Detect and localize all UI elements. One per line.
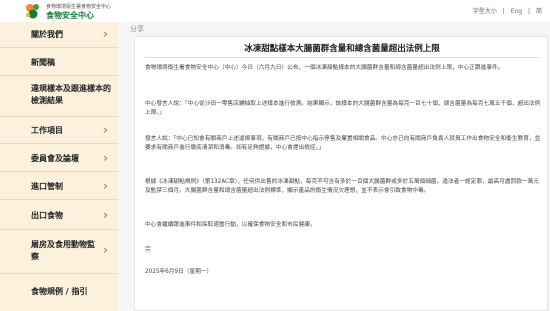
article-title: 冰凍甜點樣本大腸菌群含量和總含菌量超出法例上限	[244, 44, 440, 54]
article-paragraph: 根據《冰凍甜點規例》（第132AC章），任何供出售的冰凍甜點，每克不可含有多於一…	[145, 179, 539, 195]
sidebar-item-label: 委員會及論壇	[31, 154, 79, 163]
press-release-article: 冰凍甜點樣本大腸菌群含量和總含菌量超出法例上限 食物環境衞生署食物安全中心（中心…	[134, 36, 548, 311]
sidebar-nav: 關於我們 › 新聞稿 違規樣本及跟進樣本的檢測結果 工作項目 › 委員會及論壇 …	[0, 22, 118, 311]
sidebar-item-label: 屠房及食用動物監察	[31, 240, 95, 261]
sidebar-item-label: 進口管制	[31, 182, 63, 191]
sidebar-item-export-food[interactable]: 出口食物 ›	[0, 200, 118, 230]
divider	[145, 57, 539, 58]
sidebar-item-press-releases[interactable]: 新聞稿	[0, 48, 118, 76]
sidebar-item-committees[interactable]: 委員會及論壇 ›	[0, 144, 118, 172]
font-size-link[interactable]: 字型大小	[473, 8, 497, 15]
lang-en-link[interactable]: Eng	[511, 8, 522, 15]
lang-sc-link[interactable]: 简	[536, 8, 542, 15]
chevron-right-icon: ›	[103, 243, 108, 257]
article-paragraph: 中心會繼續跟進事件和採取適當行動，以確保食物安全和市民健康。	[145, 222, 316, 228]
share-bar: 分享	[130, 22, 550, 36]
cfs-logo-icon	[26, 4, 39, 19]
article-paragraph: 中心發言人說：「中心從沙田一零售店舖抽取上述樣本進行檢測。結果顯示，該樣本的大腸…	[145, 101, 541, 117]
sidebar-item-import-control[interactable]: 進口管制 ›	[0, 172, 118, 200]
article-paragraph: 發言人說：「中心已知會有關商戶上述違規事項，有關商戶已按中心指示停售及棄置相關食…	[145, 136, 541, 152]
chevron-right-icon: ›	[103, 208, 108, 222]
share-label[interactable]: 分享	[130, 24, 144, 34]
sidebar-item-label: 出口食物	[31, 211, 63, 220]
site-logo[interactable]: 食物環境衞生署食物安全中心 食物安全中心	[24, 2, 144, 20]
sidebar-item-about[interactable]: 關於我們 ›	[0, 22, 118, 48]
sidebar-item-label: 關於我們	[31, 30, 63, 39]
sidebar-item-label: 工作項目	[31, 126, 63, 135]
article-paragraph: 食物環境衞生署食物安全中心（中心）今日（六月九日）公布，一個冰凍甜點樣本的大腸菌…	[145, 65, 504, 71]
chevron-right-icon: ›	[103, 27, 108, 41]
chevron-right-icon: ›	[103, 179, 108, 193]
sidebar-item-label: 食物規例 / 指引	[31, 287, 88, 296]
main-content: 分享 冰凍甜點樣本大腸菌群含量和總含菌量超出法例上限 食物環境衞生署食物安全中心…	[118, 22, 550, 311]
site-header: 食物環境衞生署食物安全中心 食物安全中心 字型大小 | Eng | 简	[0, 0, 550, 22]
logo-centre-name: 食物安全中心	[46, 11, 94, 20]
article-date: 2025年6月9日（星期一）	[145, 269, 213, 275]
chevron-right-icon: ›	[103, 151, 108, 165]
sidebar-item-label: 新聞稿	[31, 58, 55, 67]
divider: |	[528, 8, 531, 15]
sidebar-item-slaughterhouse[interactable]: 屠房及食用動物監察 ›	[0, 230, 118, 274]
chevron-right-icon: ›	[103, 123, 108, 137]
sidebar-item-work-areas[interactable]: 工作項目 ›	[0, 117, 118, 144]
sidebar-item-food-regulations[interactable]: 食物規例 / 指引	[0, 274, 118, 311]
divider: |	[502, 8, 505, 15]
article-end-mark: 完	[145, 247, 151, 253]
top-links: 字型大小 | Eng | 简	[469, 6, 542, 15]
sidebar-item-unsatisfactory-samples[interactable]: 違規樣本及跟進樣本的檢測結果	[0, 76, 118, 117]
logo-org-name: 食物環境衞生署食物安全中心	[46, 4, 112, 10]
sidebar-item-label: 違規樣本及跟進樣本的檢測結果	[31, 84, 111, 105]
